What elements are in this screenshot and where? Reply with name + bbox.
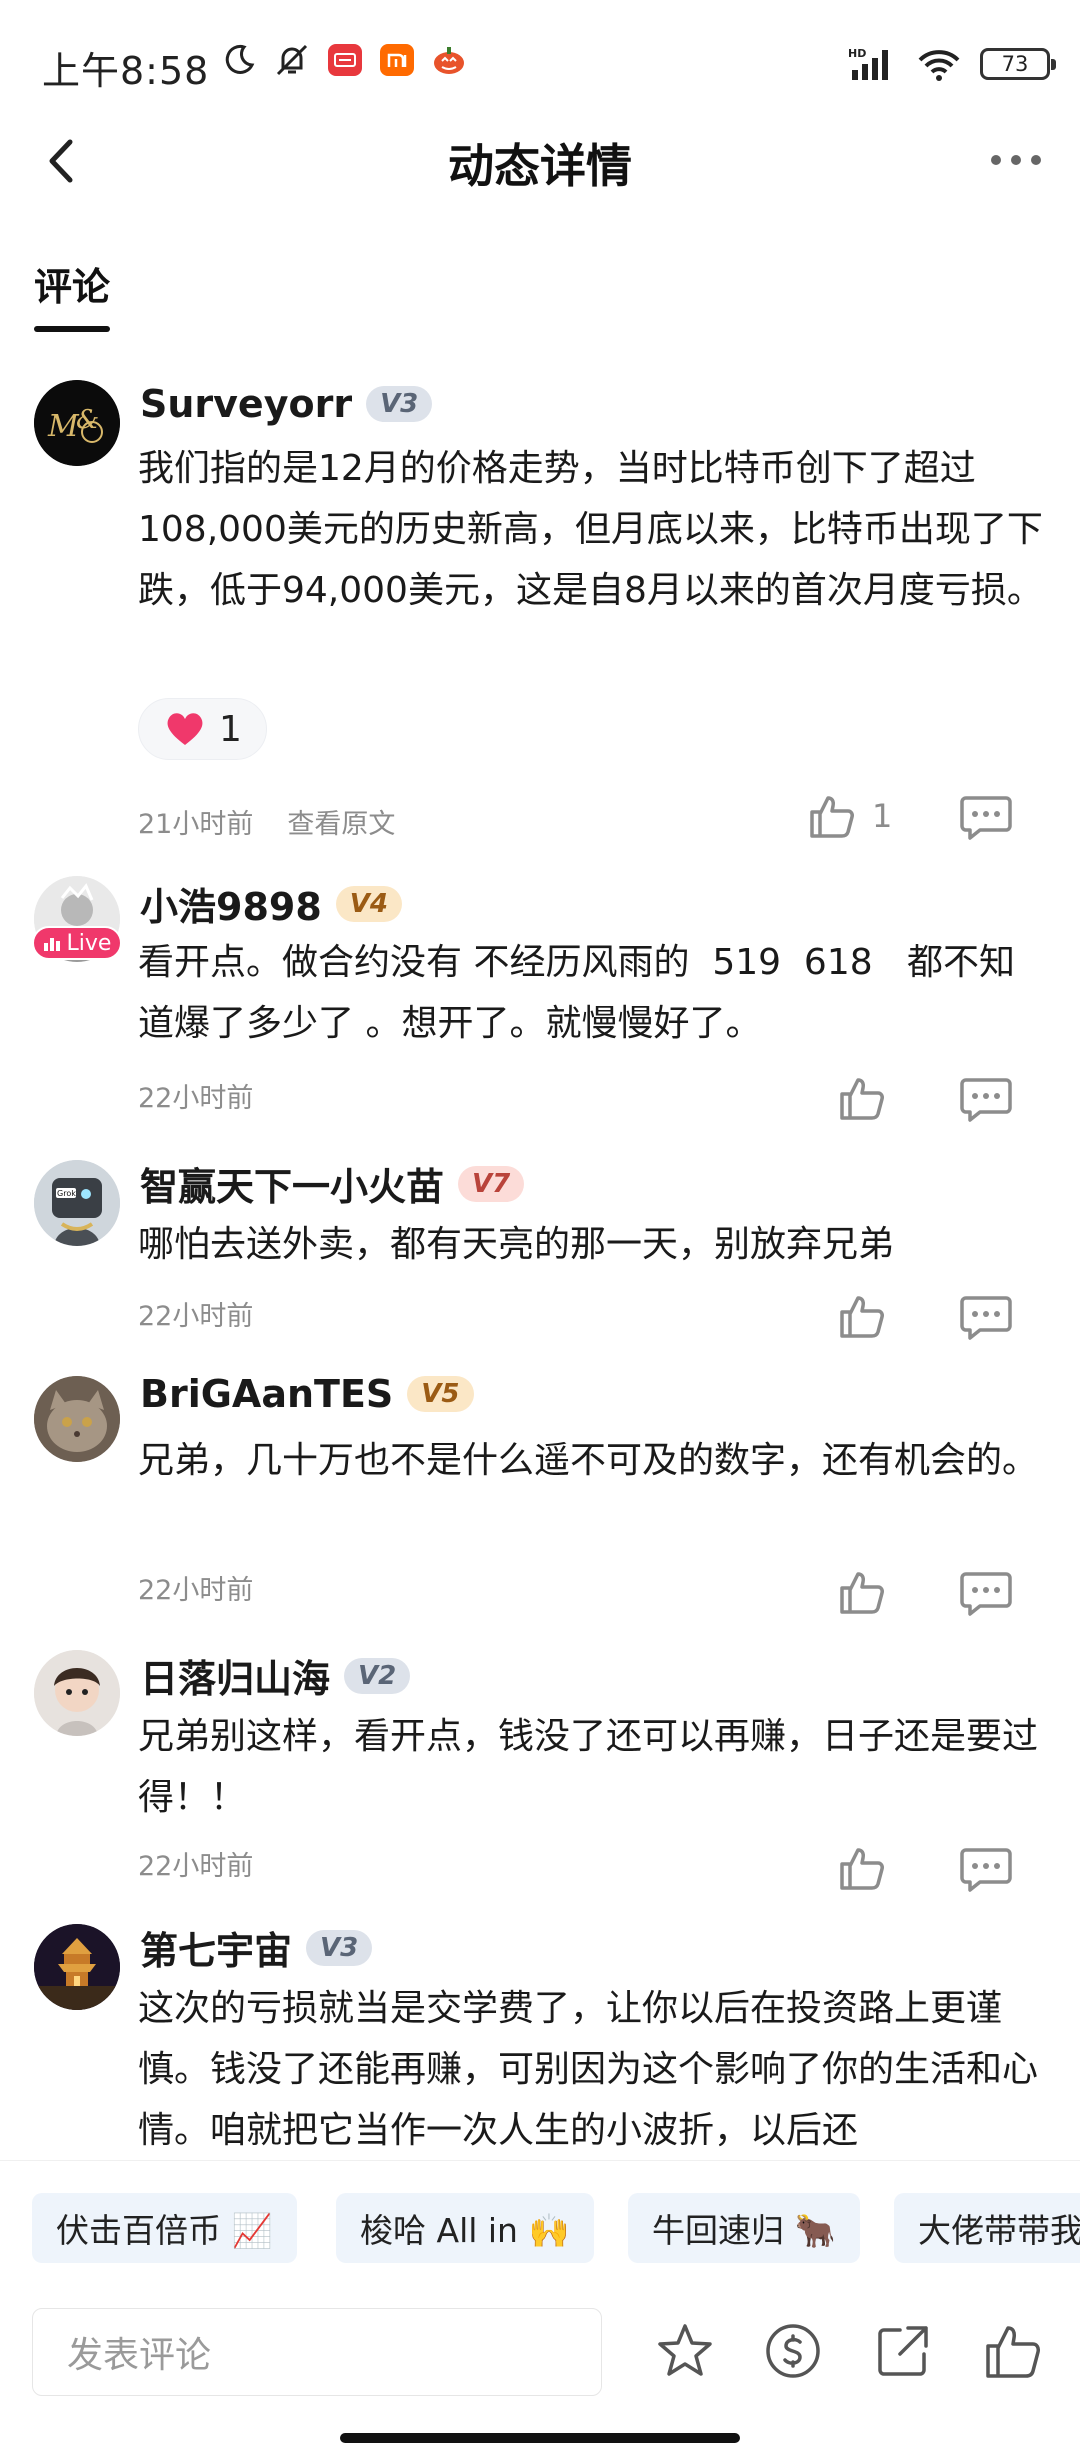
level-badge: V3	[306, 1929, 373, 1966]
quick-reply-chip[interactable]: 梭哈 All in 🙌	[336, 2193, 594, 2263]
avatar[interactable]	[34, 1924, 120, 2010]
comment-input[interactable]: 发表评论	[32, 2308, 602, 2396]
share-icon[interactable]	[872, 2320, 934, 2382]
home-indicator[interactable]	[340, 2433, 740, 2443]
comment-header: 第七宇宙 V3	[140, 1920, 373, 1975]
quick-reply-bar: 伏击百倍币 📈 梭哈 All in 🙌 牛回速归 🐂 大佬带带我	[0, 2160, 1080, 2280]
tip-coin-icon[interactable]	[762, 2320, 824, 2382]
comment-text: 这次的亏损就当是交学费了，让你以后在投资路上更谨慎。钱没了还能再赚，可别因为这个…	[138, 1988, 1039, 2151]
star-icon[interactable]	[654, 2320, 716, 2382]
page: 上午8:58 HD 73 动态详情 评论 M & Surveyorr V3 我们…	[0, 0, 1080, 2460]
bottom-bar: 发表评论	[0, 2280, 1080, 2460]
quick-reply-chip[interactable]: 伏击百倍币 📈	[32, 2193, 297, 2263]
thumbs-up-icon[interactable]	[982, 2320, 1044, 2382]
username[interactable]: 第七宇宙	[140, 1920, 292, 1975]
comment-item: 第七宇宙 V3 这次的亏损就当是交学费了，让你以后在投资路上更谨慎。钱没了还能再…	[0, 0, 1080, 2160]
quick-reply-chip[interactable]: 大佬带带我	[894, 2193, 1080, 2263]
quick-reply-chip[interactable]: 牛回速归 🐂	[628, 2193, 860, 2263]
